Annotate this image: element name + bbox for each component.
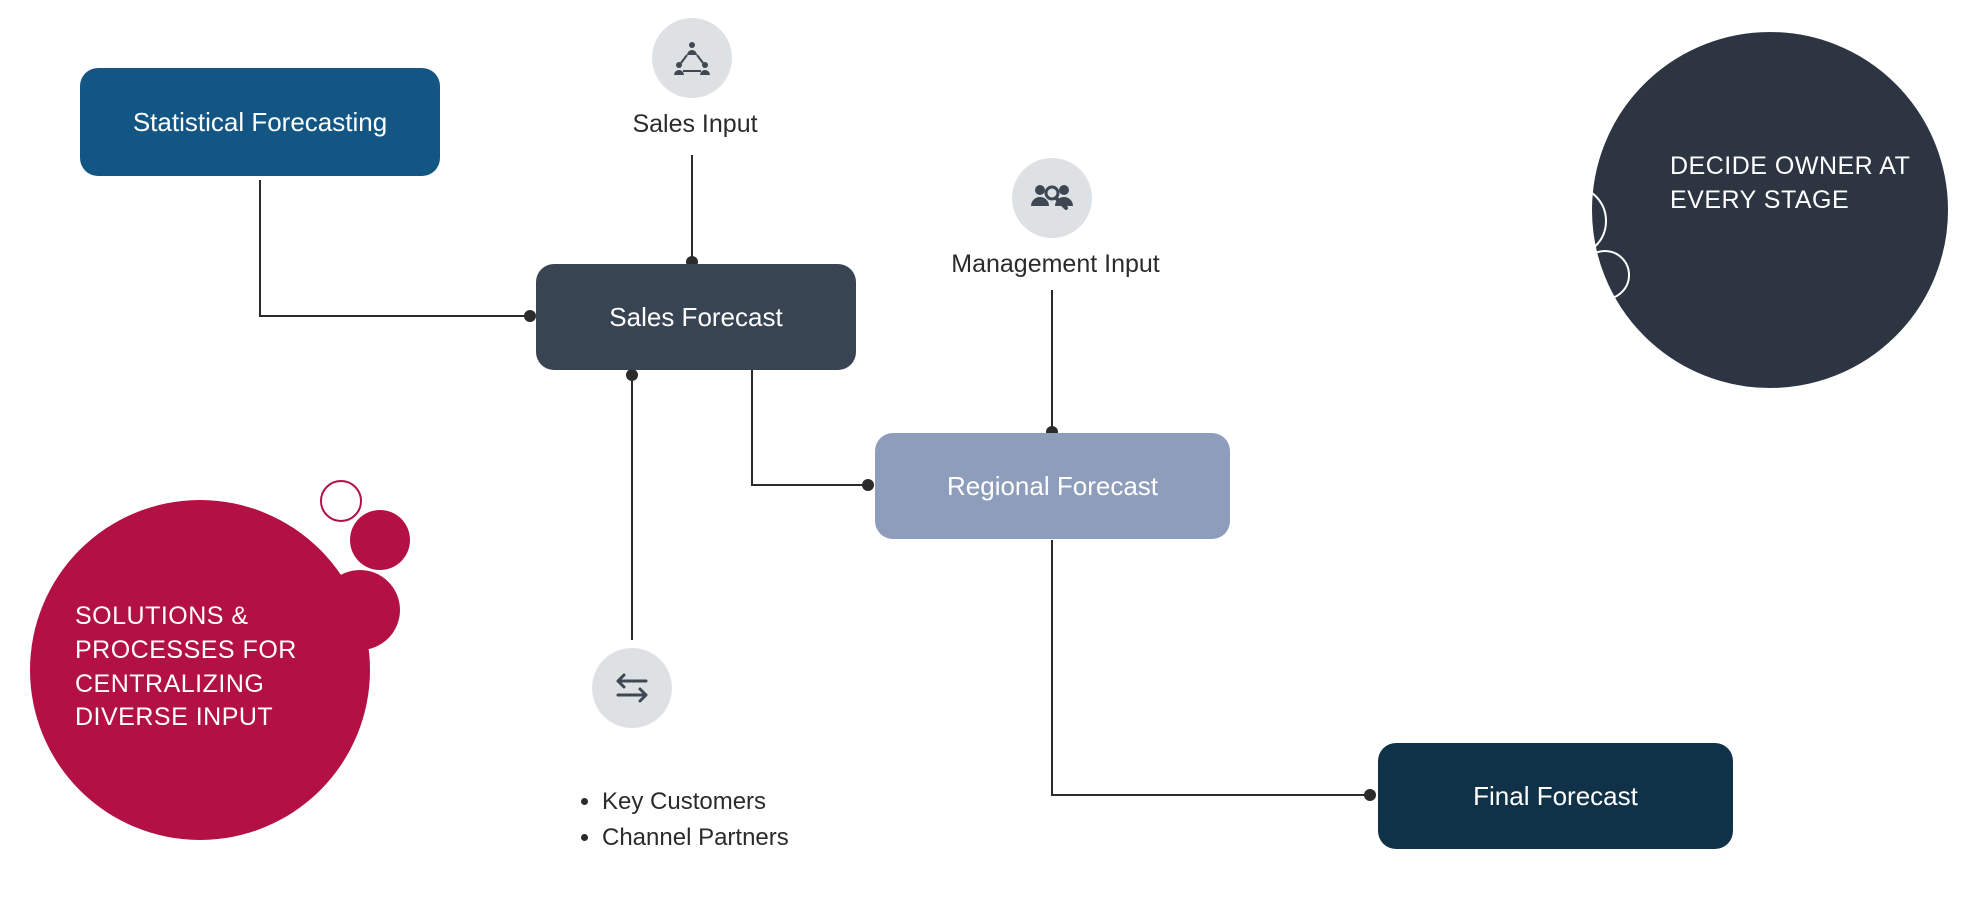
node-label: Final Forecast [1473,781,1638,812]
management-input-label: Management Input [948,250,1163,279]
bubble-left-text: SOLUTIONS & PROCESSES FOR CENTRALIZING D… [75,600,325,735]
bullet-item: Key Customers [602,784,789,820]
node-sales-forecast: Sales Forecast [536,264,856,370]
bubble-cluster-left: SOLUTIONS & PROCESSES FOR CENTRALIZING D… [20,420,450,850]
node-label: Statistical Forecasting [133,107,387,138]
network-icon [669,35,715,81]
diagram-canvas: Statistical Forecasting Sales Forecast R… [0,0,1969,910]
external-input-icon-circle [592,648,672,728]
arrows-exchange-icon [612,671,652,705]
sales-input-icon-circle [652,18,732,98]
external-input-bullets: Key Customers Channel Partners [578,784,789,856]
bubble-right-text: DECIDE OWNER AT EVERY STAGE [1670,150,1910,218]
node-regional-forecast: Regional Forecast [875,433,1230,539]
bubble-cluster-right: DECIDE OWNER AT EVERY STAGE [1500,20,1960,420]
node-statistical-forecasting: Statistical Forecasting [80,68,440,176]
sales-input-label: Sales Input [630,110,760,139]
node-final-forecast: Final Forecast [1378,743,1733,849]
team-magnifier-icon [1026,176,1078,220]
bullet-item: Channel Partners [602,820,789,856]
node-label: Sales Forecast [609,302,782,333]
management-input-icon-circle [1012,158,1092,238]
node-label: Regional Forecast [947,471,1158,502]
